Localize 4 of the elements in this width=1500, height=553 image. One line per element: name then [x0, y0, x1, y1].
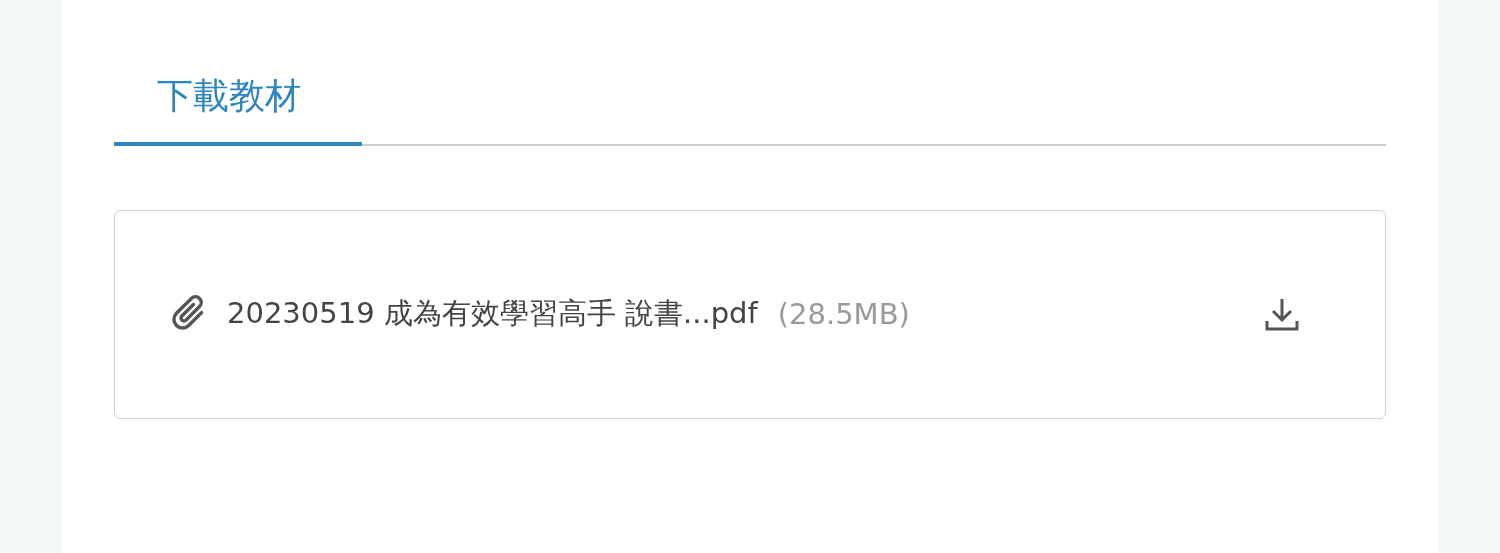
tab[interactable]: 下載教材: [114, 66, 362, 146]
download-icon[interactable]: [1265, 297, 1299, 332]
file-size: (28.5MB): [777, 297, 910, 332]
file-name[interactable]: 20230519 成為有效學習高手 說書...pdf: [227, 294, 758, 335]
